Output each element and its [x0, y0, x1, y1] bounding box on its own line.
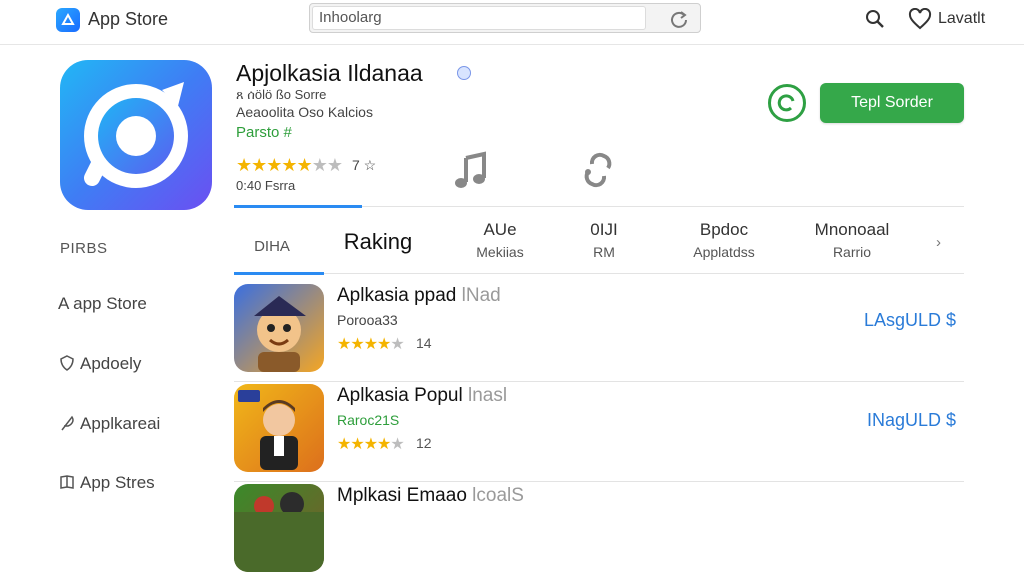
account-label[interactable]: Lavatlt	[938, 10, 985, 28]
search-icon[interactable]	[864, 8, 886, 30]
divider-accent	[234, 205, 362, 208]
app-thumbnail	[234, 284, 324, 372]
list-item-subtitle: Raroc21S	[337, 412, 400, 428]
refresh-icon[interactable]	[668, 8, 690, 30]
get-button-label: Tepl Sorder	[851, 94, 933, 111]
tab-sublabel: Mekiias	[476, 244, 524, 260]
app-store-logo-icon[interactable]	[56, 8, 80, 32]
list-item-stars: ★★★★★	[337, 434, 405, 454]
tab-0iji[interactable]: 0IJI RM	[572, 220, 636, 260]
star-filled: ★★★★	[337, 336, 391, 353]
list-item-title: Aplkasia ppad lNad	[337, 285, 501, 307]
list-item-title-ghost: lcoalS	[466, 485, 524, 506]
tab-label: Raking	[343, 229, 413, 254]
link-icon[interactable]	[578, 150, 618, 192]
star-filled: ★★★★★	[236, 155, 313, 175]
list-item[interactable]: Aplkasia Popul lnasl Raroc21S ★★★★★ 12 I…	[234, 376, 964, 482]
star-filled: ★★★★	[337, 436, 391, 453]
tab-label: AUe	[483, 220, 517, 239]
list-item-title-main: Aplkasia Popul	[337, 385, 463, 406]
check-circle-icon	[777, 94, 795, 112]
tab-label: 0IJI	[590, 220, 618, 239]
sidebar-item-apdoely[interactable]: Apdoely	[58, 354, 141, 374]
sidebar-item-app-stres[interactable]: App Stres	[58, 473, 155, 493]
tab-indicator	[234, 272, 324, 275]
music-note-icon[interactable]	[452, 150, 492, 192]
sidebar-item-label: Applkareai	[80, 414, 161, 433]
search-input[interactable]: Inhoolarg	[312, 6, 646, 30]
list-item-subtitle: Porooa33	[337, 312, 398, 328]
list-item-price[interactable]: LAsgULD $	[864, 310, 956, 331]
tab-mnonoaal[interactable]: Mnonoaal Rarrio	[796, 220, 908, 260]
list-item-title-ghost: lnasl	[462, 385, 508, 406]
app-price: Parsto #	[236, 124, 292, 141]
list-item-stars: ★★★★★	[337, 334, 405, 354]
sidebar-item-app-store[interactable]: A app Store	[58, 294, 147, 314]
shield-icon	[60, 355, 74, 371]
app-title: Apjolkasia Ildanaa	[236, 60, 423, 86]
star-empty: ★	[390, 436, 404, 453]
header-divider	[234, 205, 964, 208]
app-category: Aeaoolita Oso Kalcios	[236, 104, 373, 120]
verified-badge-icon	[457, 66, 471, 80]
sidebar-item-label: A app Store	[58, 294, 147, 313]
tab-bpdoc[interactable]: Bpdoc Applatdss	[672, 220, 776, 260]
get-button[interactable]: Tepl Sorder	[820, 83, 964, 123]
list-item-title: Aplkasia Popul lnasl	[337, 385, 507, 407]
list-item-title-main: Mplkasi Emaao	[337, 485, 467, 506]
list-item[interactable]: Aplkasia ppad lNad Porooa33 ★★★★★ 14 LAs…	[234, 276, 964, 382]
list-item-title-main: Aplkasia ppad	[337, 285, 457, 306]
tab-sublabel: Applatdss	[693, 244, 755, 260]
sidebar-item-applkareai[interactable]: Applkareai	[58, 414, 160, 434]
tab-label: DIHA	[254, 238, 290, 255]
tab-sublabel: Rarrio	[832, 244, 872, 260]
app-thumbnail	[234, 484, 324, 572]
chevron-right-icon[interactable]: ›	[936, 234, 941, 251]
book-icon	[60, 475, 74, 489]
app-rating-value: 7 ☆	[352, 157, 377, 173]
list-item-count: 12	[416, 435, 432, 451]
star-empty: ★	[390, 336, 404, 353]
tab-diha[interactable]: DIHA	[248, 238, 296, 256]
tab-aue[interactable]: AUe Mekiias	[460, 220, 540, 260]
list-item[interactable]: Mplkasi Emaao lcoalS	[234, 476, 964, 574]
sidebar-heading: PIRBS	[60, 240, 108, 257]
heart-icon[interactable]	[908, 8, 932, 30]
feather-icon	[61, 415, 74, 431]
tab-sublabel: RM	[593, 244, 615, 260]
tab-raking[interactable]: Raking	[334, 229, 422, 255]
star-empty: ★★	[311, 155, 343, 175]
app-rating-count: 0:40 Fsrra	[236, 178, 296, 193]
list-item-title-ghost: lNad	[456, 285, 501, 306]
tab-label: Bpdoc	[699, 220, 749, 239]
top-bar: App Store Inhoolarg Lavatlt	[0, 0, 1024, 45]
list-item-count: 14	[416, 335, 432, 351]
brand-title[interactable]: App Store	[88, 9, 168, 30]
search-bar[interactable]: Inhoolarg	[309, 3, 701, 33]
tab-label: Mnonoaal	[814, 220, 890, 239]
app-thumbnail	[234, 384, 324, 472]
app-rating-stars: ★★★★★★★	[236, 155, 343, 176]
tabs-divider	[234, 272, 964, 275]
app-icon	[60, 60, 212, 210]
list-item-price[interactable]: INagULD $	[867, 410, 956, 431]
app-developer: ጸ ሰölö ßo Sorre	[236, 87, 327, 102]
list-item-title: Mplkasi Emaao lcoalS	[337, 485, 524, 507]
sidebar-item-label: Apdoely	[80, 354, 142, 373]
sidebar-item-label: App Stres	[80, 473, 155, 492]
check-circle-button[interactable]	[768, 84, 806, 122]
